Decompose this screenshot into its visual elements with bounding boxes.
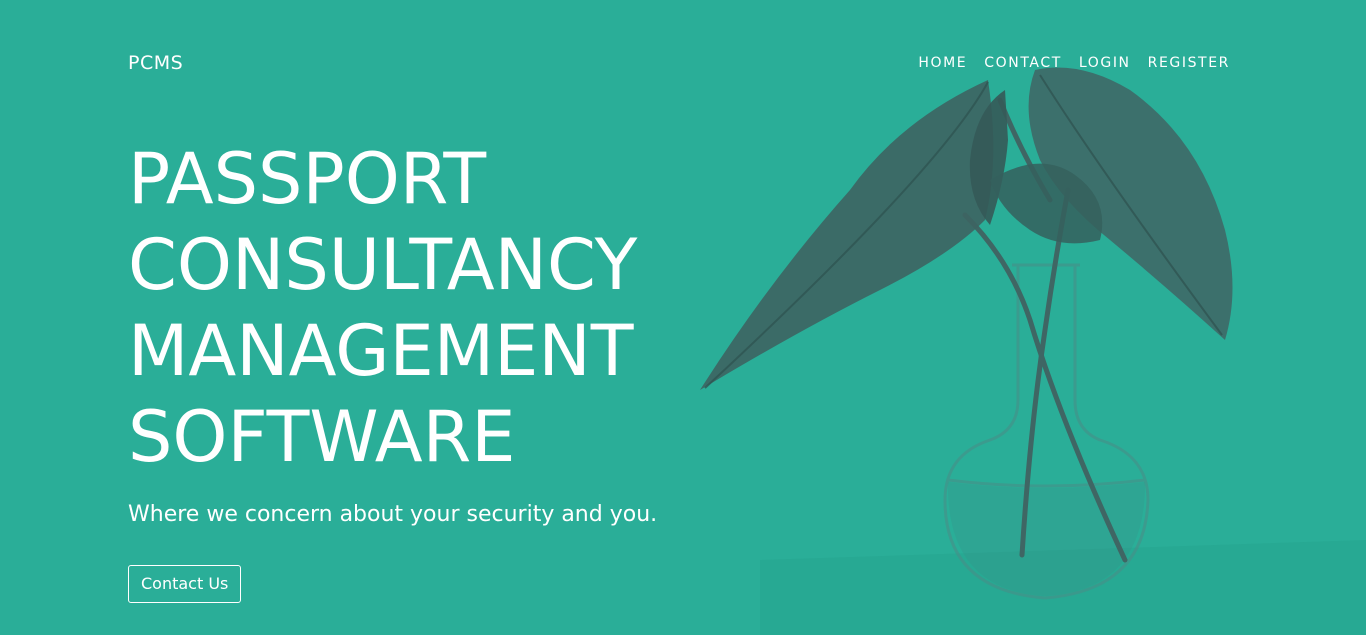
hero-section: PCMS HOME CONTACT LOGIN REGISTER PASSPOR…	[0, 0, 1366, 635]
top-navbar: PCMS HOME CONTACT LOGIN REGISTER	[128, 50, 1230, 76]
nav-link-home[interactable]: HOME	[918, 50, 967, 76]
brand-logo-link[interactable]: PCMS	[128, 50, 183, 76]
headline-line: SOFTWARE	[128, 396, 516, 478]
headline-line: CONSULTANCY	[128, 224, 638, 306]
headline-line: MANAGEMENT	[128, 310, 634, 392]
hero-headline: PASSPORT CONSULTANCY MANAGEMENT SOFTWARE	[128, 136, 768, 480]
nav-link-register[interactable]: REGISTER	[1148, 50, 1230, 76]
nav-links: HOME CONTACT LOGIN REGISTER	[918, 50, 1230, 76]
contact-us-button[interactable]: Contact Us	[128, 565, 242, 603]
headline-line: PASSPORT	[128, 138, 487, 220]
hero-tagline: Where we concern about your security and…	[128, 502, 658, 527]
nav-link-login[interactable]: LOGIN	[1079, 50, 1131, 76]
nav-link-contact[interactable]: CONTACT	[984, 50, 1062, 76]
